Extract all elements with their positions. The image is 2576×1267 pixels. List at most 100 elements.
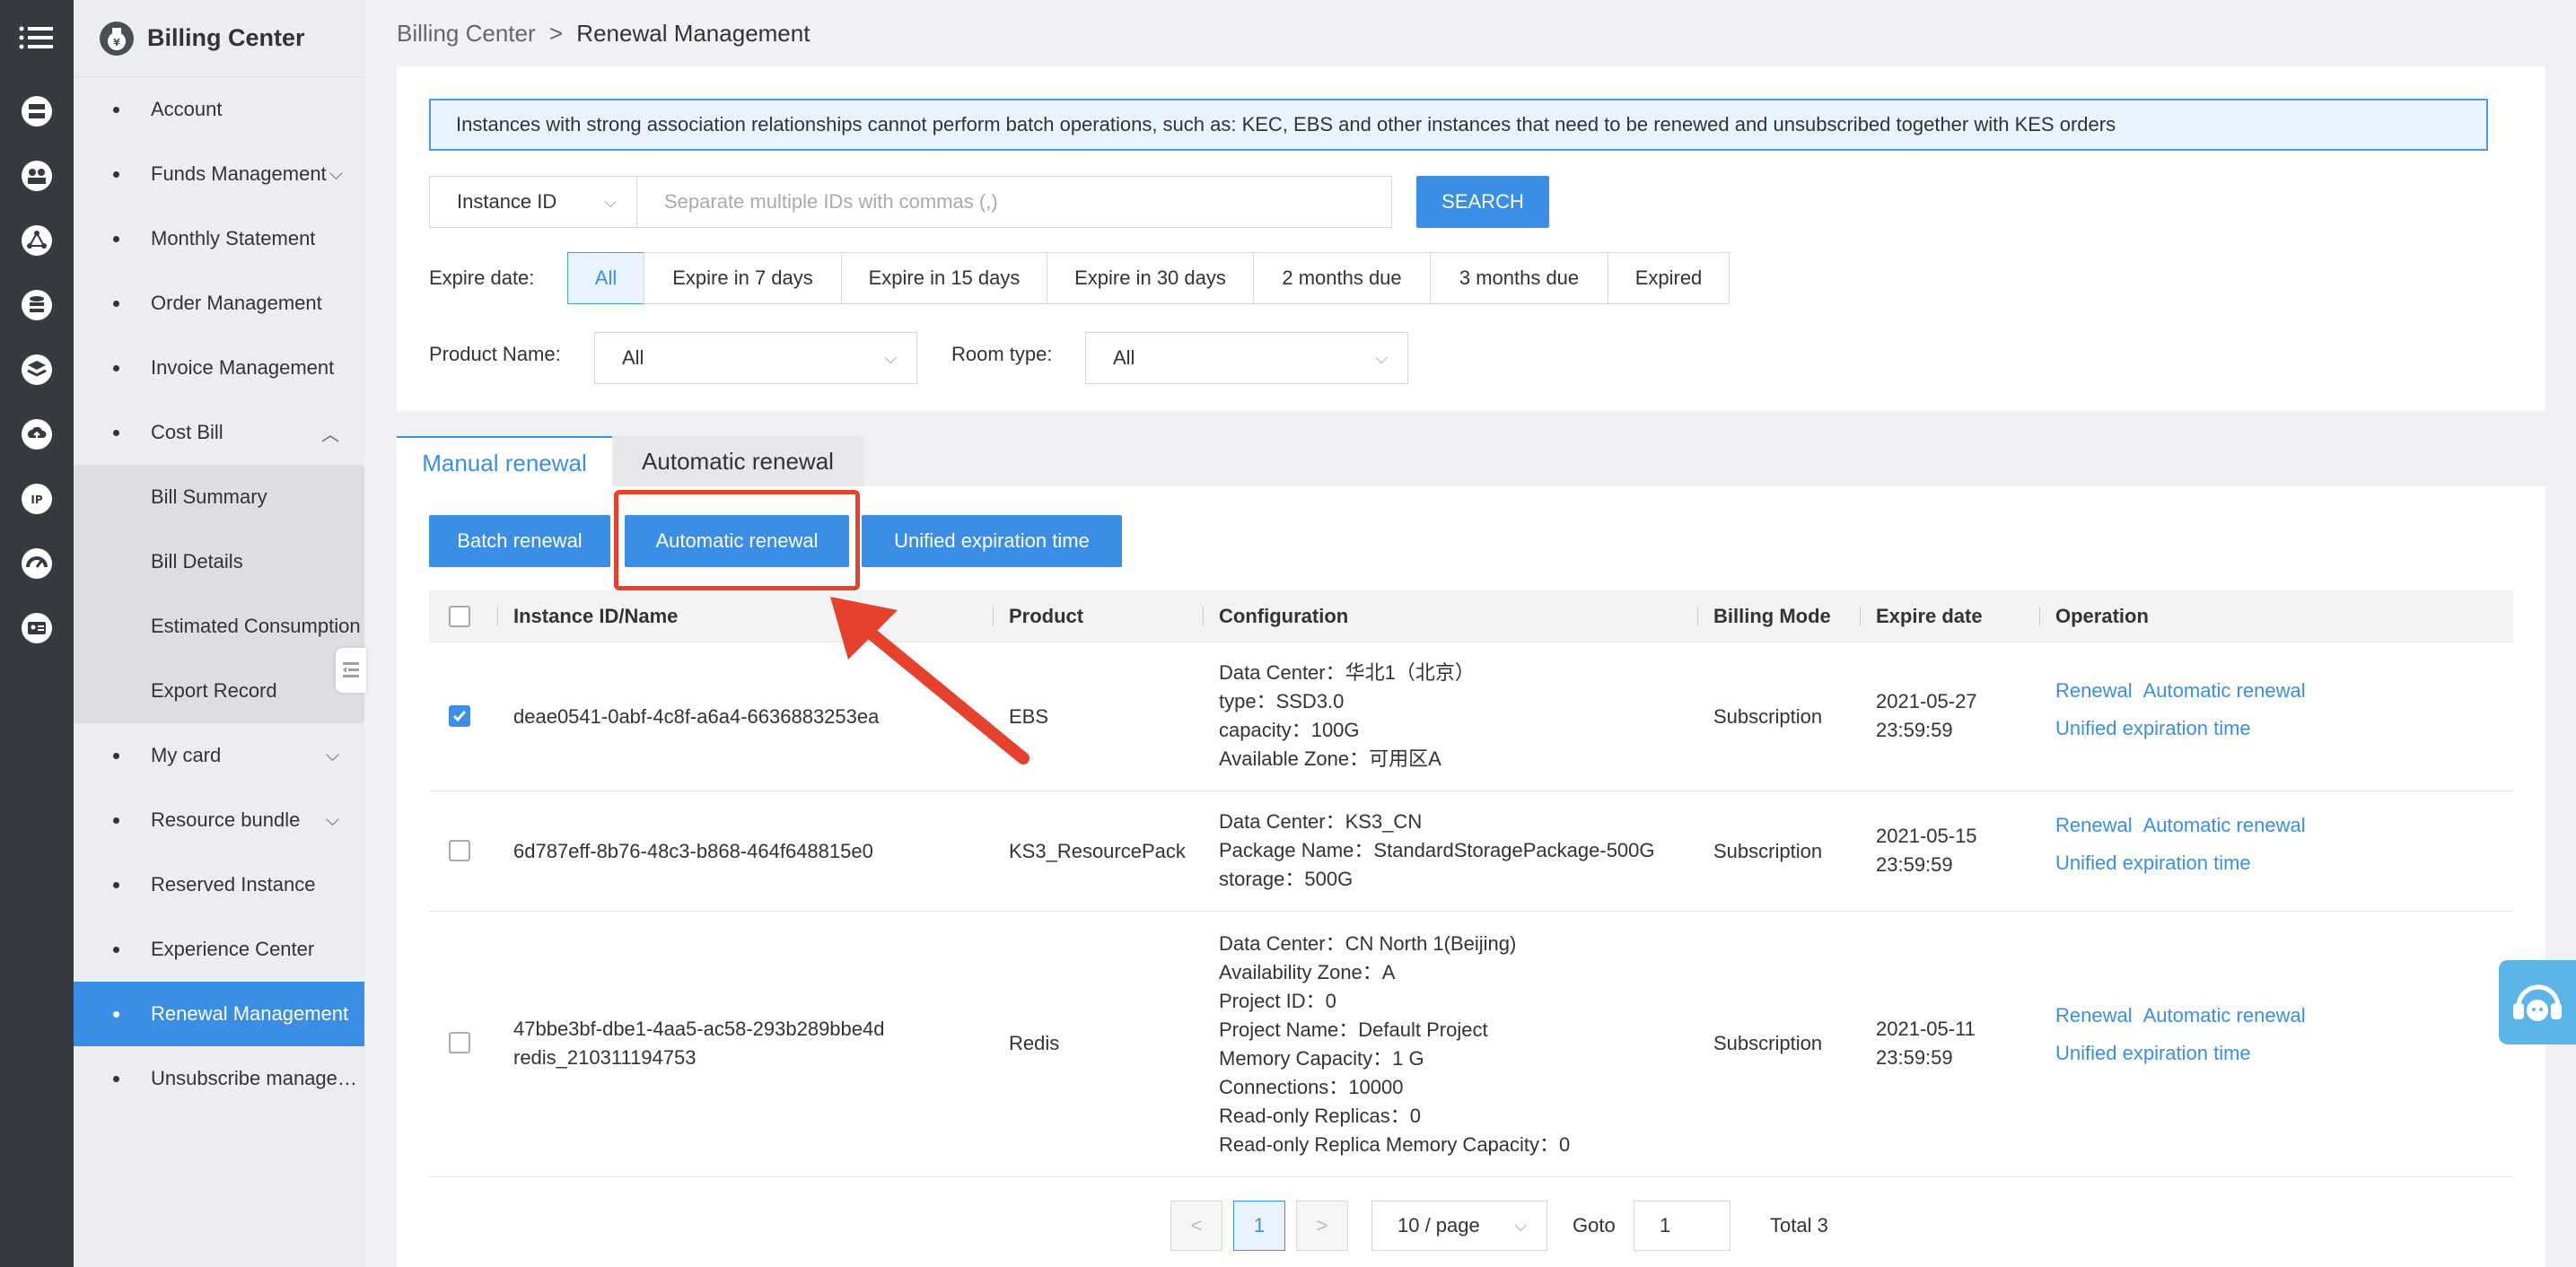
column-header-expire-date: Expire date bbox=[1876, 605, 1983, 627]
layers-icon[interactable] bbox=[0, 343, 74, 397]
expire-option-7-days[interactable]: Expire in 7 days bbox=[644, 252, 842, 304]
config-line: Read-only Replicas：0 bbox=[1219, 1105, 1421, 1127]
next-page-button[interactable]: > bbox=[1296, 1201, 1348, 1251]
automatic-renewal-link[interactable]: Automatic renewal bbox=[2143, 679, 2306, 702]
product-name-value: All bbox=[622, 346, 644, 369]
batch-renewal-button[interactable]: Batch renewal bbox=[429, 515, 610, 567]
row-checkbox[interactable] bbox=[449, 705, 470, 727]
product-name: KS3_ResourcePack bbox=[1009, 840, 1186, 862]
column-separator bbox=[1860, 607, 1861, 626]
users-icon[interactable] bbox=[0, 149, 74, 203]
goto-page-input[interactable]: 1 bbox=[1634, 1201, 1730, 1251]
prev-page-button[interactable]: < bbox=[1170, 1201, 1222, 1251]
svg-text:IP: IP bbox=[31, 494, 42, 506]
sidebar-item-label: Renewal Management bbox=[151, 1002, 349, 1025]
instance-id: 6d787eff-8b76-48c3-b868-464f648815e0 bbox=[513, 840, 873, 862]
renewal-link[interactable]: Renewal bbox=[2055, 1004, 2133, 1027]
help-chat-button[interactable] bbox=[2499, 960, 2576, 1044]
config-line: capacity：100G bbox=[1219, 719, 1360, 741]
automatic-renewal-link[interactable]: Automatic renewal bbox=[2143, 1004, 2306, 1027]
sidebar-item-invoice-management[interactable]: Invoice Management bbox=[74, 336, 364, 400]
sidebar-item-reserved-instance[interactable]: Reserved Instance bbox=[74, 852, 364, 917]
unified-expiration-button[interactable]: Unified expiration time bbox=[862, 515, 1122, 567]
operations: Renewal Automatic renewal Unified expirat… bbox=[2055, 677, 2306, 743]
expire-option-15-days[interactable]: Expire in 15 days bbox=[841, 252, 1047, 304]
sidebar-item-label: Unsubscribe management bbox=[151, 1067, 361, 1089]
sidebar-item-account[interactable]: Account bbox=[74, 77, 364, 142]
sidebar-item-funds-management[interactable]: Funds Management ⌵ bbox=[74, 142, 364, 206]
sidebar-item-cost-bill[interactable]: Cost Bill ︿ bbox=[74, 400, 364, 465]
ip-icon[interactable]: IP bbox=[0, 472, 74, 526]
sidebar-item-label: Order Management bbox=[151, 292, 322, 314]
search-type-select[interactable]: Instance ID ⌵ bbox=[429, 176, 637, 228]
network-icon[interactable] bbox=[0, 214, 74, 267]
billing-mode: Subscription bbox=[1713, 1032, 1823, 1054]
sidebar-item-renewal-management[interactable]: Renewal Management bbox=[74, 982, 364, 1046]
sidebar-item-label: Estimated Consumption bbox=[151, 615, 361, 637]
database-icon[interactable] bbox=[0, 278, 74, 332]
sidebar-item-experience-center[interactable]: Experience Center bbox=[74, 917, 364, 982]
expire-option-2-months[interactable]: 2 months due bbox=[1253, 252, 1431, 304]
server-icon[interactable] bbox=[0, 84, 74, 138]
expire-date-time: 23:59:59 bbox=[1876, 719, 1953, 741]
id-card-icon[interactable] bbox=[0, 601, 74, 655]
product-name-select[interactable]: All ⌵ bbox=[594, 332, 917, 384]
filter-panel: Instances with strong association relati… bbox=[397, 66, 2545, 411]
search-input[interactable]: Separate multiple IDs with commas (,) bbox=[636, 176, 1392, 228]
sidebar-item-monthly-statement[interactable]: Monthly Statement bbox=[74, 206, 364, 271]
sidebar-item-label: Account bbox=[151, 98, 223, 120]
automatic-renewal-link[interactable]: Automatic renewal bbox=[2143, 814, 2306, 836]
gauge-icon[interactable] bbox=[0, 537, 74, 590]
expire-option-30-days[interactable]: Expire in 30 days bbox=[1047, 252, 1254, 304]
chevron-down-icon: ⌵ bbox=[884, 349, 897, 367]
column-header-instance: Instance ID/Name bbox=[513, 605, 679, 627]
search-button[interactable]: SEARCH bbox=[1416, 176, 1549, 228]
unified-expiration-link[interactable]: Unified expiration time bbox=[2055, 717, 2251, 739]
sidebar-item-my-card[interactable]: My card ⌵ bbox=[74, 723, 364, 788]
row-checkbox[interactable] bbox=[449, 1032, 470, 1053]
expire-option-3-months[interactable]: 3 months due bbox=[1430, 252, 1608, 304]
select-all-checkbox[interactable] bbox=[449, 606, 470, 627]
renewal-link[interactable]: Renewal bbox=[2055, 679, 2133, 702]
expire-date: 2021-05-27 23:59:59 bbox=[1876, 687, 1977, 745]
column-header-billing-mode: Billing Mode bbox=[1713, 605, 1831, 627]
config-line: Package Name：StandardStoragePackage-500G bbox=[1219, 839, 1655, 861]
sidebar-item-bill-summary[interactable]: Bill Summary bbox=[74, 465, 364, 529]
config-line: Data Center：KS3_CN bbox=[1219, 810, 1423, 833]
total-count: Total 3 bbox=[1770, 1214, 1828, 1236]
sidebar-item-order-management[interactable]: Order Management bbox=[74, 271, 364, 336]
config-line: Project ID：0 bbox=[1219, 990, 1336, 1012]
tab-automatic-renewal[interactable]: Automatic renewal bbox=[612, 436, 863, 486]
chevron-down-icon: ⌵ bbox=[329, 163, 343, 184]
menu-icon[interactable] bbox=[0, 11, 74, 65]
sidebar-item-bill-details[interactable]: Bill Details bbox=[74, 529, 364, 594]
sidebar-item-resource-bundle[interactable]: Resource bundle ⌵ bbox=[74, 788, 364, 852]
customer-service-icon bbox=[2513, 984, 2562, 1021]
sidebar-item-estimated-consumption[interactable]: Estimated Consumption bbox=[74, 594, 364, 659]
expire-option-expired[interactable]: Expired bbox=[1608, 252, 1730, 304]
sidebar-title: Billing Center bbox=[147, 24, 305, 51]
unified-expiration-link[interactable]: Unified expiration time bbox=[2055, 1042, 2251, 1064]
sidebar-item-export-record[interactable]: Export Record bbox=[74, 659, 364, 723]
sidebar-item-label: Export Record bbox=[151, 679, 277, 702]
page-1-button[interactable]: 1 bbox=[1233, 1201, 1285, 1251]
svg-text:¥: ¥ bbox=[113, 37, 120, 48]
breadcrumb-parent[interactable]: Billing Center bbox=[397, 20, 536, 47]
sidebar-collapse-handle[interactable] bbox=[336, 648, 366, 693]
configuration: Data Center：华北1（北京） type：SSD3.0 capacity… bbox=[1219, 659, 1475, 773]
sidebar-item-label: Invoice Management bbox=[151, 356, 335, 379]
sidebar-item-unsubscribe-management[interactable]: Unsubscribe management bbox=[74, 1046, 364, 1111]
unified-expiration-link[interactable]: Unified expiration time bbox=[2055, 852, 2251, 874]
operations: Renewal Automatic renewal Unified expirat… bbox=[2055, 811, 2306, 878]
renewal-link[interactable]: Renewal bbox=[2055, 814, 2133, 836]
expire-date-day: 2021-05-11 bbox=[1876, 1018, 1976, 1040]
room-type-select[interactable]: All ⌵ bbox=[1085, 332, 1408, 384]
row-checkbox[interactable] bbox=[449, 840, 470, 861]
column-separator bbox=[1697, 607, 1698, 626]
cloud-upload-icon[interactable] bbox=[0, 407, 74, 461]
expire-option-all[interactable]: All bbox=[567, 252, 644, 304]
tab-manual-renewal[interactable]: Manual renewal bbox=[397, 436, 612, 486]
expire-date-time: 23:59:59 bbox=[1876, 1046, 1953, 1069]
expire-date-day: 2021-05-15 bbox=[1876, 825, 1977, 847]
page-size-select[interactable]: 10 / page ⌵ bbox=[1371, 1201, 1547, 1251]
